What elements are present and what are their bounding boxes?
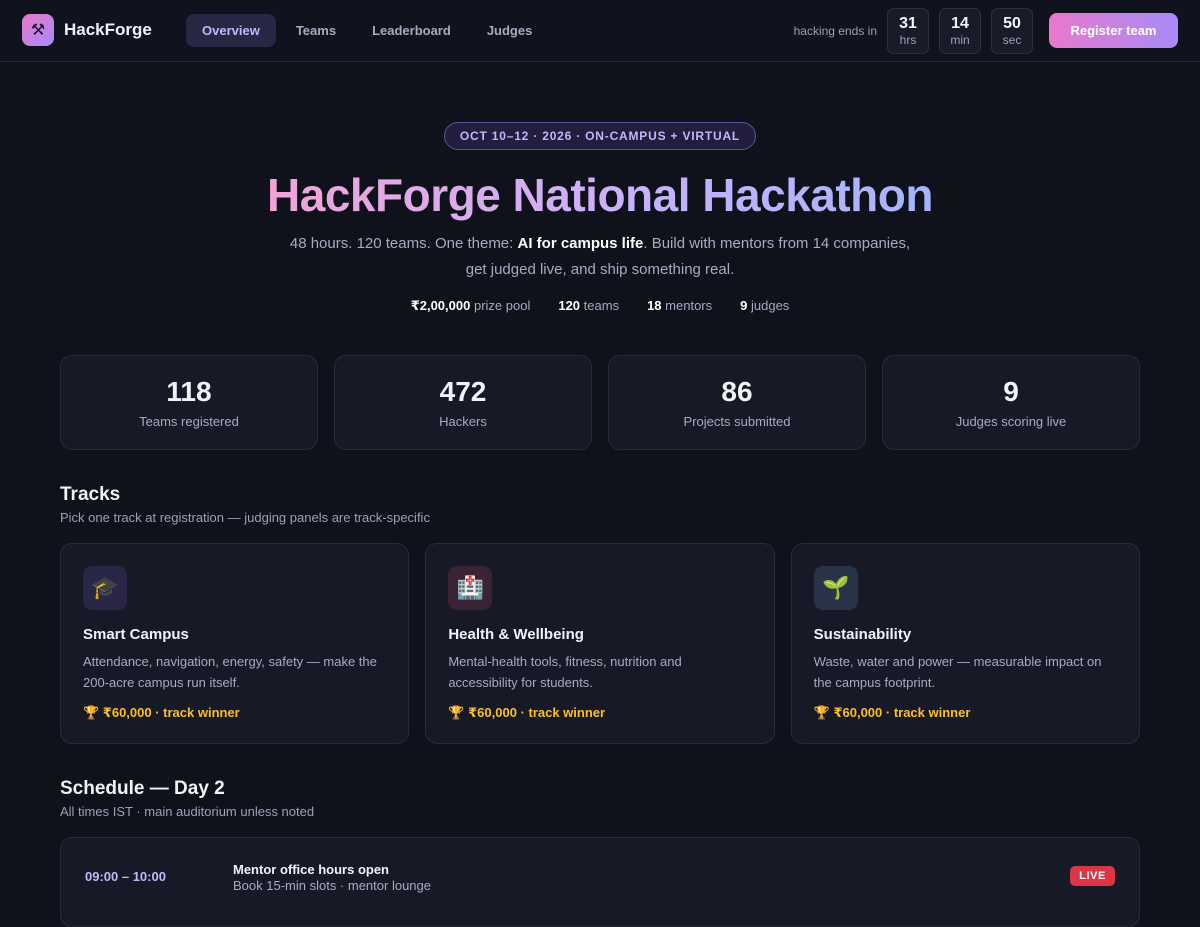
track-description: Waste, water and power — measurable impa…: [813, 654, 1102, 690]
fact-value: 120: [558, 298, 581, 313]
countdown-seconds-unit: sec: [1002, 32, 1022, 47]
track-card-health[interactable]: 🏥 Health & Wellbeing Mental-health tools…: [425, 543, 775, 744]
page-title-text: HackForge National Hackathon: [267, 169, 933, 221]
stat-label: Teams registered: [139, 414, 239, 429]
countdown-seconds-value: 50: [1003, 14, 1021, 32]
fact-label: teams: [583, 298, 620, 313]
fact-teams: 120 teams: [558, 298, 619, 314]
track-name: Sustainability: [813, 626, 912, 643]
brand-name: HackForge: [64, 20, 152, 39]
countdown-seconds: 50 sec: [991, 8, 1033, 54]
stat-card-teams: 118 Teams registered: [60, 355, 318, 450]
top-nav: ⚒ HackForge Overview Teams Leaderboard J…: [0, 0, 1200, 62]
track-prize: 🏆 ₹60,000 · track winner: [813, 705, 971, 720]
fact-prize-pool: ₹2,00,000 prize pool: [411, 298, 531, 314]
hero-subtitle: 48 hours. 120 teams. One theme: AI for c…: [280, 231, 920, 283]
track-description: Attendance, navigation, energy, safety —…: [83, 654, 377, 690]
countdown-minutes-unit: min: [950, 32, 970, 47]
tab-overview[interactable]: Overview: [186, 14, 276, 47]
stat-value: 9: [1003, 376, 1019, 407]
countdown-minutes-value: 14: [951, 14, 969, 32]
schedule-heading: Schedule — Day 2: [60, 778, 225, 799]
stat-value: 118: [166, 376, 212, 407]
hero-facts: ₹2,00,000 prize pool 120 teams 18 mentor…: [0, 298, 1200, 314]
hammer-logo-icon: ⚒: [22, 14, 54, 46]
fact-value: 9: [740, 298, 748, 313]
hero-subtitle-start: 48 hours. 120 teams. One theme:: [289, 235, 518, 252]
schedule-item[interactable]: 09:00 – 10:00 Mentor office hours open B…: [60, 837, 1140, 927]
page-title: HackForge National Hackathon: [0, 168, 1200, 222]
fact-judges: 9 judges: [740, 298, 789, 314]
countdown-hours-value: 31: [899, 14, 917, 32]
schedule-time: 09:00 – 10:00: [85, 869, 166, 884]
seedling-icon: 🌱: [813, 566, 858, 610]
schedule-meta: Book 15-min slots · mentor lounge: [233, 878, 431, 893]
live-badge: LIVE: [1070, 866, 1115, 886]
track-name: Health & Wellbeing: [448, 626, 584, 643]
fact-value: 18: [647, 298, 662, 313]
schedule-title: Mentor office hours open: [233, 862, 389, 877]
stat-value: 472: [439, 376, 487, 407]
stat-value: 86: [721, 376, 753, 407]
tracks-heading: Tracks: [60, 484, 121, 505]
tab-judges[interactable]: Judges: [471, 14, 549, 47]
graduation-cap-icon: 🎓: [83, 566, 127, 610]
countdown-label: hacking ends in: [793, 24, 877, 38]
track-prize: 🏆 ₹60,000 · track winner: [448, 705, 606, 720]
brand[interactable]: ⚒ HackForge: [22, 14, 152, 46]
hospital-icon: 🏥: [448, 566, 493, 610]
fact-value: ₹2,00,000: [410, 298, 471, 313]
stat-card-judges: 9 Judges scoring live: [882, 355, 1140, 450]
hero-theme: AI for campus life: [517, 235, 644, 252]
nav-tabs: Overview Teams Leaderboard Judges: [186, 14, 548, 47]
tab-teams[interactable]: Teams: [280, 14, 352, 47]
stat-label: Projects submitted: [683, 414, 791, 429]
event-date-pill: OCT 10–12 · 2026 · ON-CAMPUS + VIRTUAL: [444, 122, 756, 150]
track-prize: 🏆 ₹60,000 · track winner: [83, 705, 240, 720]
stat-label: Judges scoring live: [955, 414, 1067, 429]
track-name: Smart Campus: [83, 626, 189, 643]
countdown-hours: 31 hrs: [887, 8, 929, 54]
register-team-button[interactable]: Register team: [1049, 13, 1178, 48]
track-card-smart-campus[interactable]: 🎓 Smart Campus Attendance, navigation, e…: [60, 543, 410, 744]
tracks-subtitle: Pick one track at registration — judging…: [60, 510, 430, 525]
tracks-grid: 🎓 Smart Campus Attendance, navigation, e…: [60, 543, 1140, 744]
fact-label: judges: [751, 298, 790, 313]
stat-card-hackers: 472 Hackers: [334, 355, 592, 450]
tab-leaderboard[interactable]: Leaderboard: [356, 14, 467, 47]
stat-label: Hackers: [439, 414, 487, 429]
fact-label: prize pool: [473, 298, 531, 313]
countdown-hours-unit: hrs: [899, 32, 917, 47]
fact-mentors: 18 mentors: [647, 298, 712, 314]
track-description: Mental-health tools, fitness, nutrition …: [448, 654, 682, 690]
stats-row: 118 Teams registered 472 Hackers 86 Proj…: [60, 355, 1140, 450]
fact-label: mentors: [665, 298, 713, 313]
schedule-subtitle: All times IST · main auditorium unless n…: [60, 804, 315, 819]
stat-card-projects: 86 Projects submitted: [608, 355, 866, 450]
countdown: hacking ends in 31 hrs 14 min 50 sec: [794, 8, 1033, 54]
countdown-minutes: 14 min: [939, 8, 981, 54]
track-card-sustainability[interactable]: 🌱 Sustainability Waste, water and power …: [790, 543, 1140, 744]
